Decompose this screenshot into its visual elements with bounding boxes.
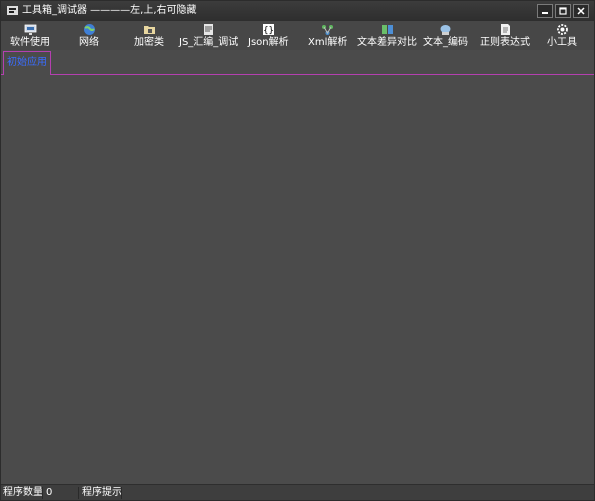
- svg-text:{}: {}: [263, 26, 274, 36]
- window-title: 工具箱_调试器 ————左,上,右可隐藏: [22, 5, 197, 16]
- program-count-value: 0: [46, 487, 53, 498]
- encode-icon: [440, 25, 451, 35]
- tool-software-usage[interactable]: 软件使用: [10, 23, 50, 49]
- window-controls: [537, 4, 589, 18]
- folder-lock-icon: [143, 26, 155, 34]
- maximize-button[interactable]: [555, 4, 571, 18]
- toolbar: 软件使用 网络 加密类 JS_汇编_调试 {} Json解析 Xml解析 文本差…: [1, 21, 594, 50]
- compare-icon: [381, 25, 393, 34]
- tool-label: 加密类: [134, 37, 164, 48]
- braces-icon: {}: [262, 24, 274, 36]
- close-button[interactable]: [573, 4, 589, 18]
- script-icon: [204, 24, 214, 35]
- tool-label: Xml解析: [308, 37, 348, 48]
- close-icon: [577, 7, 585, 15]
- tab-initial-apps[interactable]: 初始应用: [3, 51, 51, 75]
- status-bar: 程序数量 0 程序提示: [1, 484, 594, 500]
- tool-label: 文本差异对比: [357, 37, 417, 48]
- monitor-icon: [24, 24, 36, 35]
- tool-encryption[interactable]: 加密类: [134, 23, 164, 49]
- main-window: 工具箱_调试器 ————左,上,右可隐藏 软件使用 网络 加密类 JS_汇编_调…: [0, 0, 595, 501]
- minimize-icon: [542, 12, 548, 14]
- tool-utilities[interactable]: 小工具: [547, 23, 577, 49]
- tool-label: 文本_编码: [423, 37, 468, 48]
- tool-label: 小工具: [547, 37, 577, 48]
- program-count-label: 程序数量: [3, 487, 43, 498]
- app-icon: [7, 6, 18, 15]
- program-hint-label: 程序提示: [82, 487, 122, 498]
- tool-regex[interactable]: 正则表达式: [480, 23, 530, 49]
- xml-tree-icon: [322, 25, 334, 35]
- tool-json-parse[interactable]: {} Json解析: [248, 23, 289, 49]
- minimize-button[interactable]: [537, 4, 553, 18]
- content-area: [1, 75, 594, 485]
- tool-js-asm-debug[interactable]: JS_汇编_调试: [179, 23, 238, 49]
- tool-text-diff[interactable]: 文本差异对比: [357, 23, 417, 49]
- tool-label: Json解析: [248, 37, 289, 48]
- title-bar[interactable]: 工具箱_调试器 ————左,上,右可隐藏: [1, 1, 594, 21]
- maximize-icon: [559, 7, 567, 15]
- tool-xml-parse[interactable]: Xml解析: [308, 23, 347, 49]
- tool-text-encoding[interactable]: 文本_编码: [423, 23, 468, 49]
- tool-label: 正则表达式: [480, 37, 530, 48]
- tool-label: 网络: [79, 37, 99, 48]
- tool-network[interactable]: 网络: [79, 23, 99, 49]
- tool-label: 软件使用: [10, 37, 50, 48]
- tab-strip: 初始应用: [1, 50, 594, 75]
- gear-icon: [556, 24, 568, 35]
- status-divider: [121, 487, 122, 499]
- status-divider: [78, 487, 79, 499]
- globe-icon: [83, 24, 95, 35]
- tool-label: JS_汇编_调试: [179, 37, 239, 48]
- document-icon: [500, 24, 510, 35]
- status-divider: [42, 487, 43, 499]
